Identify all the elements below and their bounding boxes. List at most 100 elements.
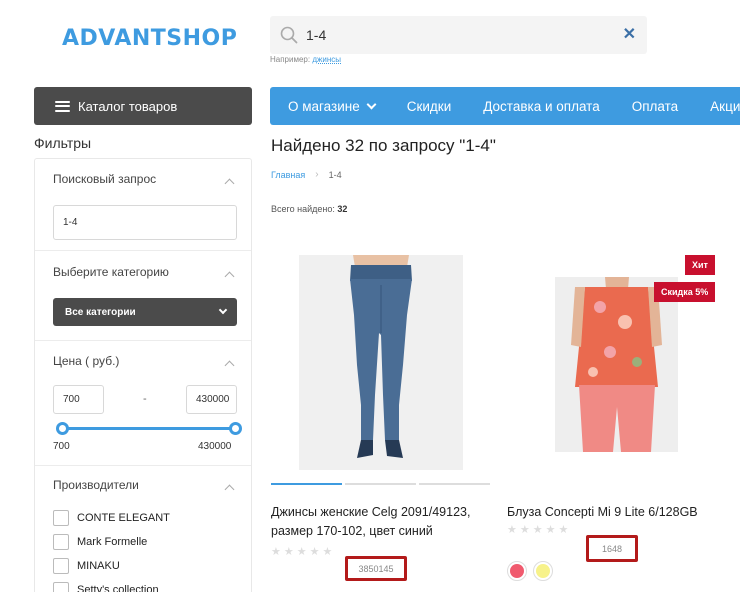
nav-item-discounts-label: Скидки	[406, 98, 452, 114]
star-icon[interactable]: ★	[310, 547, 320, 558]
search-input[interactable]	[306, 25, 606, 45]
collapse-chevron-icon[interactable]	[224, 484, 235, 495]
star-icon[interactable]: ★	[507, 525, 517, 536]
page-title: Найдено 32 по запросу "1-4"	[271, 136, 496, 155]
total-found: Всего найдено: 32	[271, 204, 347, 214]
star-icon[interactable]: ★	[271, 547, 281, 558]
product-image-jeans[interactable]	[299, 255, 463, 470]
color-swatch-fill	[510, 564, 524, 578]
breadcrumb-current: 1-4	[328, 169, 342, 180]
collapse-chevron-icon[interactable]	[224, 360, 235, 371]
total-found-count: 32	[337, 204, 348, 214]
product-image-thumbnails[interactable]	[271, 483, 490, 485]
price-range-min-label: 700	[53, 441, 70, 452]
nav-item-about[interactable]: О магазине	[270, 99, 389, 114]
brand-label: Mark Formelle	[77, 536, 148, 548]
star-icon[interactable]: ★	[546, 525, 556, 536]
star-icon[interactable]: ★	[323, 547, 333, 558]
nav-item-payment-label: Оплата	[631, 98, 679, 114]
product-image-blouse[interactable]	[555, 277, 678, 452]
price-slider-min-handle[interactable]	[56, 422, 69, 435]
brand-option[interactable]: MINAKU	[53, 558, 120, 574]
star-icon[interactable]: ★	[520, 525, 530, 536]
color-swatch-fill	[536, 564, 550, 578]
brand-option[interactable]: Setty's collection	[53, 582, 159, 592]
total-found-label: Всего найдено:	[271, 204, 335, 214]
filter-price-title: Цена ( руб.)	[53, 354, 120, 368]
product-name-line: размер 170-102, цвет синий	[271, 524, 433, 538]
thumbnail-indicator[interactable]	[345, 483, 416, 485]
product-name-link[interactable]: Блуза Concepti Mi 9 Lite 6/128GB	[507, 503, 698, 522]
chevron-down-icon	[366, 99, 377, 109]
nav-item-discounts[interactable]: Скидки	[389, 99, 466, 114]
filter-query-input[interactable]	[53, 205, 237, 240]
brand-label: CONTE ELEGANT	[77, 512, 170, 524]
brand-checkbox[interactable]	[53, 582, 69, 592]
price-max-input[interactable]	[186, 385, 237, 414]
search-box[interactable]: ✕	[270, 16, 647, 54]
collapse-chevron-icon[interactable]	[224, 271, 235, 282]
search-icon	[280, 26, 298, 44]
brand-checkbox[interactable]	[53, 558, 69, 574]
product-sku-highlight: 3850145	[345, 556, 407, 581]
product-sku: 3850145	[358, 563, 394, 574]
category-select-value: Все категории	[65, 306, 136, 318]
nav-item-payment[interactable]: Оплата	[614, 99, 692, 114]
filters-title: Фильтры	[34, 135, 92, 151]
nav-item-about-label: О магазине	[288, 98, 360, 114]
nav-item-delivery-label: Доставка и оплата	[483, 98, 600, 114]
chevron-down-icon	[218, 305, 228, 315]
clear-search-icon[interactable]: ✕	[623, 26, 636, 44]
product-name-link[interactable]: Джинсы женские Celg 2091/49123, размер 1…	[271, 503, 470, 541]
site-logo[interactable]: ADVANTSHOP	[62, 26, 237, 51]
search-hint-example-link[interactable]: джинсы	[312, 55, 341, 64]
star-icon[interactable]: ★	[297, 547, 307, 558]
nav-item-promotions-label: Акции	[710, 98, 740, 114]
badge-discount: Скидка 5%	[654, 282, 716, 302]
breadcrumb: Главная › 1-4	[271, 169, 342, 180]
price-slider-max-handle[interactable]	[229, 422, 242, 435]
search-hint: Например: джинсы	[270, 55, 341, 64]
main-nav: О магазине Скидки Доставка и оплата Опла…	[270, 87, 740, 125]
star-icon[interactable]: ★	[533, 525, 543, 536]
thumbnail-indicator[interactable]	[419, 483, 490, 485]
brand-checkbox[interactable]	[53, 510, 69, 526]
hamburger-menu-icon	[55, 100, 70, 112]
filter-query-section: Поисковый запрос	[35, 159, 251, 250]
nav-item-delivery[interactable]: Доставка и оплата	[465, 99, 613, 114]
thumbnail-indicator[interactable]	[271, 483, 342, 485]
brand-option[interactable]: CONTE ELEGANT	[53, 510, 170, 526]
product-name-line: Блуза Concepti Mi 9 Lite 6/128GB	[507, 505, 698, 519]
filters-panel: Поисковый запрос Выберите категорию Все …	[34, 158, 252, 592]
product-rating[interactable]: ★ ★ ★ ★ ★	[271, 547, 332, 558]
star-icon[interactable]: ★	[284, 547, 294, 558]
price-min-input[interactable]	[53, 385, 104, 414]
product-sku: 1648	[601, 543, 623, 554]
category-select[interactable]: Все категории	[53, 298, 237, 326]
brand-option[interactable]: Mark Formelle	[53, 534, 147, 550]
blouse-picture	[555, 277, 678, 452]
nav-item-promotions[interactable]: Акции	[692, 99, 740, 114]
filter-category-title: Выберите категорию	[53, 265, 169, 279]
star-icon[interactable]: ★	[559, 525, 569, 536]
brand-label: MINAKU	[77, 560, 120, 572]
breadcrumb-home-link[interactable]: Главная	[271, 170, 305, 180]
color-swatch[interactable]	[533, 561, 553, 581]
filter-brands-title: Производители	[53, 478, 139, 492]
product-name-line: Джинсы женские Celg 2091/49123,	[271, 505, 471, 519]
catalog-button-label: Каталог товаров	[78, 98, 178, 114]
price-range-dash: -	[143, 393, 147, 405]
collapse-chevron-icon[interactable]	[224, 178, 235, 189]
filter-query-title: Поисковый запрос	[53, 172, 157, 186]
catalog-button[interactable]: Каталог товаров	[34, 87, 252, 125]
product-sku-highlight: 1648	[586, 535, 638, 562]
color-swatch[interactable]	[507, 561, 527, 581]
brand-label: Setty's collection	[77, 584, 159, 592]
price-range-max-label: 430000	[198, 441, 232, 452]
price-slider-track[interactable]	[63, 427, 235, 430]
search-hint-prefix: Например:	[270, 55, 311, 64]
badge-hit: Хит	[685, 255, 715, 275]
product-rating[interactable]: ★ ★ ★ ★ ★	[507, 525, 568, 536]
breadcrumb-separator-icon: ›	[315, 169, 319, 180]
brand-checkbox[interactable]	[53, 534, 69, 550]
